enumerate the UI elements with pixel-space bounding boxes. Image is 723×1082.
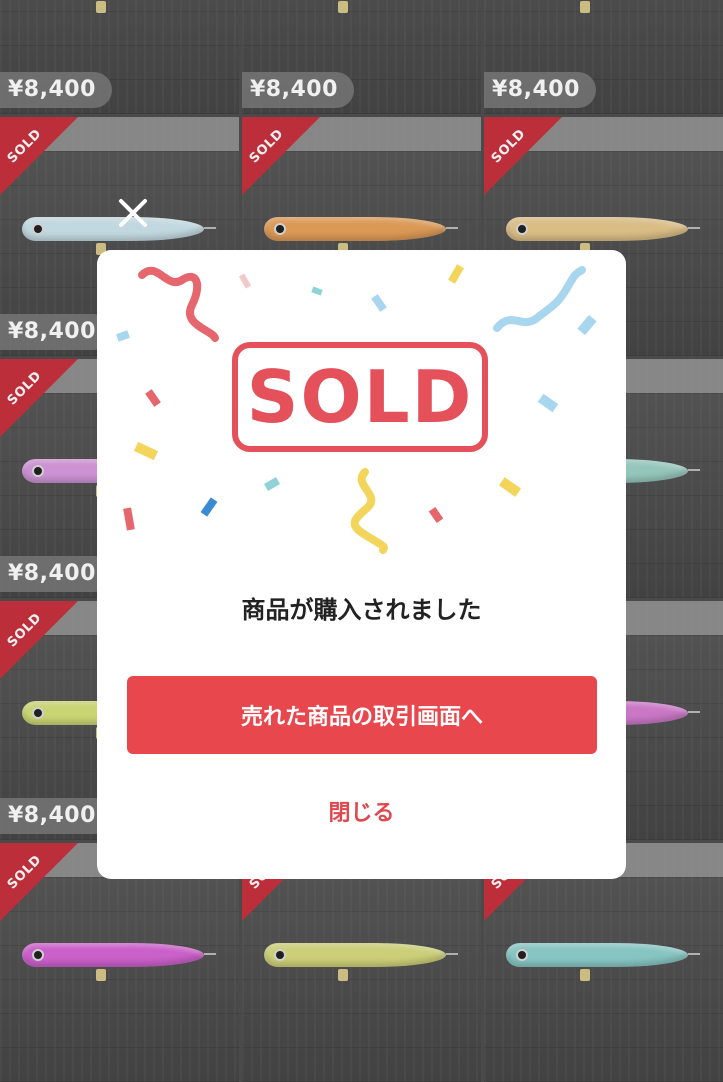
product-card[interactable]: ¥8,400	[0, 0, 239, 114]
sold-stamp: SOLD	[232, 342, 488, 452]
close-button[interactable]: 閉じる	[97, 795, 626, 827]
close-icon[interactable]	[114, 194, 152, 232]
modal-dim-overlay	[484, 0, 723, 114]
go-to-sold-item-transaction-button[interactable]: 売れた商品の取引画面へ	[127, 676, 597, 754]
product-card[interactable]: ¥8,400	[484, 0, 723, 114]
modal-dim-overlay	[0, 0, 239, 114]
product-card[interactable]: ¥8,400	[242, 0, 481, 114]
purchase-message: 商品が購入されました	[241, 596, 482, 624]
modal-dim-overlay	[242, 0, 481, 114]
purchase-complete-modal: SOLD 商品が購入されました 売れた商品の取引画面へ 閉じる	[97, 250, 626, 879]
